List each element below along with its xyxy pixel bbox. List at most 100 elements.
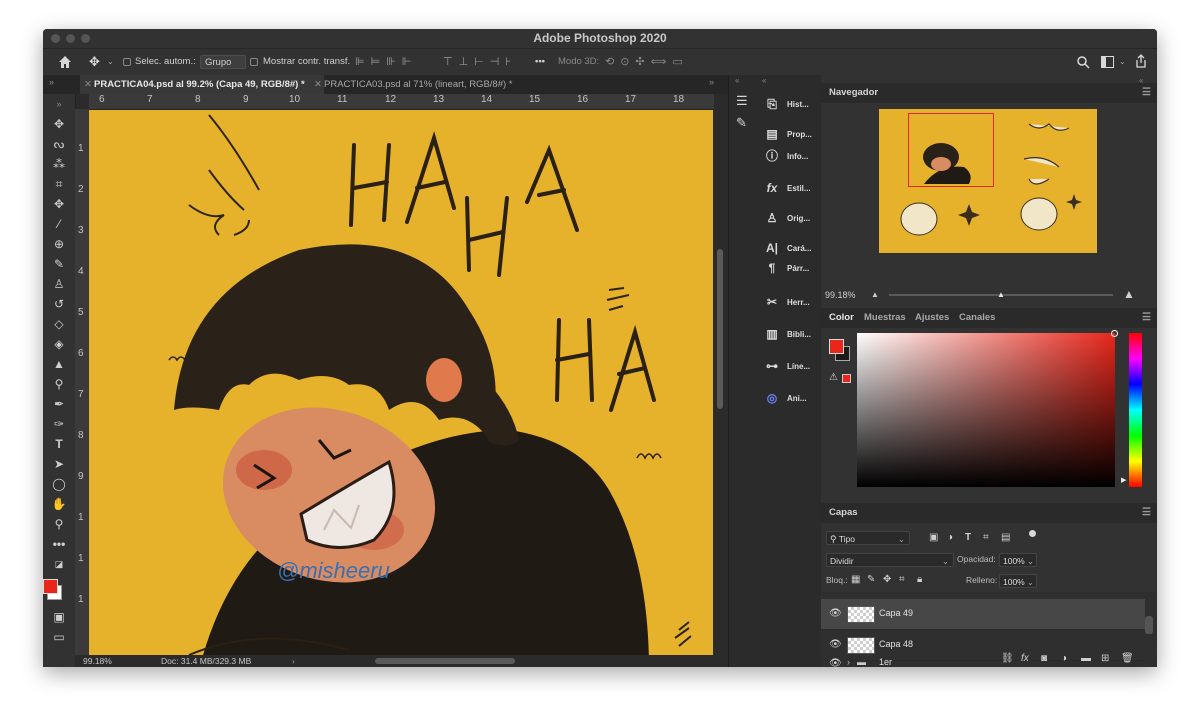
dock-panel-timeline[interactable]: ⊶ Líne... (758, 353, 821, 380)
dock-panel-history[interactable]: ⎘ Hist... (758, 91, 821, 118)
move-tool-icon[interactable]: ✥ (51, 116, 67, 132)
tab-overflow-icon[interactable]: » (49, 77, 54, 87)
tab-swatches[interactable]: Muestras (864, 308, 906, 328)
layer-row[interactable]: 👁︎ Capa 49 (821, 599, 1145, 630)
chevron-down-icon[interactable]: ⌄ (1119, 49, 1126, 75)
type-tool-icon[interactable]: T (51, 436, 67, 452)
eyedropper-icon[interactable]: ⁄ (51, 216, 67, 232)
search-icon[interactable] (1077, 56, 1090, 69)
navigator-zoom[interactable]: 99.18% (825, 290, 856, 300)
lock-pixels-icon[interactable]: ✎ (867, 574, 875, 585)
fill-field[interactable]: 100% ⌄ (999, 574, 1037, 588)
collapse-icon[interactable]: « (762, 76, 766, 85)
chevron-down-icon[interactable]: ⌄ (107, 49, 114, 75)
paint-bucket-icon[interactable]: ◈ (51, 336, 67, 352)
screen-mode-icon[interactable]: ▭ (51, 629, 67, 645)
auto-select-checkbox[interactable] (123, 58, 131, 66)
panel-menu-icon[interactable]: ☰ (1142, 87, 1151, 98)
filter-adjustment-icon[interactable]: ◑ (947, 532, 953, 543)
dodge-icon[interactable]: ⚲ (51, 376, 67, 392)
status-chevron-icon[interactable]: › (292, 655, 295, 667)
horizontal-scroll-thumb[interactable] (375, 658, 515, 664)
move-tool-icon[interactable]: ✥ (51, 196, 67, 212)
eraser-icon[interactable]: ◇ (51, 316, 67, 332)
quick-mask-icon[interactable]: ▣ (51, 609, 67, 625)
new-group-icon[interactable]: ▬ (1081, 653, 1091, 664)
ellipse-icon[interactable]: ◯ (51, 476, 67, 492)
new-adjustment-icon[interactable]: ◑ (1061, 653, 1067, 664)
navigator-view-box[interactable] (908, 113, 994, 187)
tab-color[interactable]: Color (829, 308, 854, 328)
tab-adjustments[interactable]: Ajustes (915, 308, 949, 328)
healing-brush-icon[interactable]: ⊕ (51, 236, 67, 252)
magic-wand-icon[interactable]: ⁂ (51, 156, 67, 172)
tab-channels[interactable]: Canales (959, 308, 995, 328)
chevron-right-icon[interactable]: › (847, 657, 850, 667)
dock-panel-tool-presets[interactable]: ✂ Herr... (758, 289, 821, 316)
dock-panel-animation[interactable]: ◎ Ani... (758, 385, 821, 412)
lock-position-icon[interactable]: ✥ (883, 574, 891, 585)
lock-all-icon[interactable]: 🔒︎ (917, 574, 922, 585)
color-field[interactable] (857, 330, 1118, 487)
zoom-in-icon[interactable]: ▲ (1123, 287, 1135, 301)
dock-panel-paragraph[interactable]: ¶ Párr... (758, 255, 821, 282)
eye-icon[interactable]: 👁︎ (829, 639, 842, 650)
trash-icon[interactable]: 🗑︎ (1121, 653, 1134, 664)
panel-menu-icon[interactable]: ☰ (1142, 507, 1151, 518)
lasso-icon[interactable]: ᔓ (51, 136, 67, 152)
distribute-icons[interactable]: ⊤⊥⊢⊣⊦ (443, 49, 517, 75)
new-layer-icon[interactable]: ⊞ (1101, 653, 1109, 664)
clone-stamp-icon[interactable]: ♙ (51, 276, 67, 292)
scroll-thumb[interactable] (717, 249, 723, 409)
workspace-icon[interactable] (1101, 56, 1114, 68)
minimize-window-button[interactable] (66, 34, 75, 43)
panel-collapse-icon[interactable]: » (709, 77, 714, 87)
color-picker-handle[interactable] (1111, 330, 1118, 337)
filter-smart-object-icon[interactable]: ▤ (1001, 532, 1010, 543)
out-of-gamut-warning-icon[interactable]: ⚠ (829, 372, 838, 383)
zoom-window-button[interactable] (81, 34, 90, 43)
collapse-icon[interactable]: « (735, 76, 739, 85)
eye-icon[interactable]: 👁︎ (829, 608, 842, 619)
zoom-out-icon[interactable]: ▲ (871, 290, 879, 299)
zoom-readout[interactable]: 99.18% (83, 655, 112, 667)
tab-practica03[interactable]: ✕ PRACTICA03.psd al 71% (lineart, RGB/8#… (310, 75, 539, 94)
link-layers-icon[interactable]: ⛓︎ (1001, 653, 1014, 664)
document-canvas[interactable]: @misheeru (89, 110, 713, 655)
auto-select-dropdown[interactable]: Grupo (200, 55, 246, 69)
dock-panel-info[interactable]: ⓘ Info... (758, 143, 821, 170)
foreground-color-swatch[interactable] (829, 339, 844, 354)
gamut-color-chip[interactable] (842, 374, 851, 383)
opacity-field[interactable]: 100% ⌄ (999, 553, 1037, 567)
pen-icon[interactable]: ✑ (51, 416, 67, 432)
home-icon[interactable] (58, 55, 72, 69)
history-brush-icon[interactable]: ↺ (51, 296, 67, 312)
crop-icon[interactable]: ⌗ (51, 176, 67, 192)
share-icon[interactable] (1135, 54, 1147, 68)
foreground-color-swatch[interactable] (43, 579, 58, 594)
path-selection-icon[interactable]: ➤ (51, 456, 67, 472)
default-colors-icon[interactable]: ◪ (51, 556, 67, 572)
navigator-preview[interactable] (879, 109, 1097, 253)
lock-transparency-icon[interactable]: ▦ (851, 574, 860, 585)
blend-mode-select[interactable]: Dividir ⌄ (826, 553, 954, 567)
zoom-icon[interactable]: ⚲ (51, 516, 67, 532)
dock-panel-clone-source[interactable]: ♙ Orig... (758, 205, 821, 232)
filter-type-icon[interactable]: T (965, 532, 971, 543)
lock-artboard-icon[interactable]: ⌗ (899, 574, 905, 585)
close-icon[interactable]: ✕ (314, 75, 322, 94)
filter-toggle[interactable] (1029, 530, 1036, 537)
dock-panel-styles[interactable]: fx Estil... (758, 175, 821, 202)
filter-shape-icon[interactable]: ⌗ (983, 532, 989, 543)
close-icon[interactable]: ✕ (84, 75, 92, 94)
filter-pixel-icon[interactable]: ▣ (929, 532, 938, 543)
brush-icon[interactable]: ✎ (51, 256, 67, 272)
zoom-slider-handle[interactable]: ▲ (997, 290, 1005, 299)
move-tool-icon[interactable]: ✥ (89, 49, 100, 75)
tab-practica04[interactable]: ✕ PRACTICA04.psd al 99.2% (Capa 49, RGB/… (80, 75, 324, 94)
toolbar-expand-icon[interactable]: » (51, 96, 67, 112)
hand-icon[interactable]: ✋ (51, 496, 67, 512)
layer-style-icon[interactable]: fx (1021, 653, 1029, 664)
blur-icon[interactable]: ▲ (51, 356, 67, 372)
canvas-vertical-scrollbar[interactable] (713, 109, 728, 655)
